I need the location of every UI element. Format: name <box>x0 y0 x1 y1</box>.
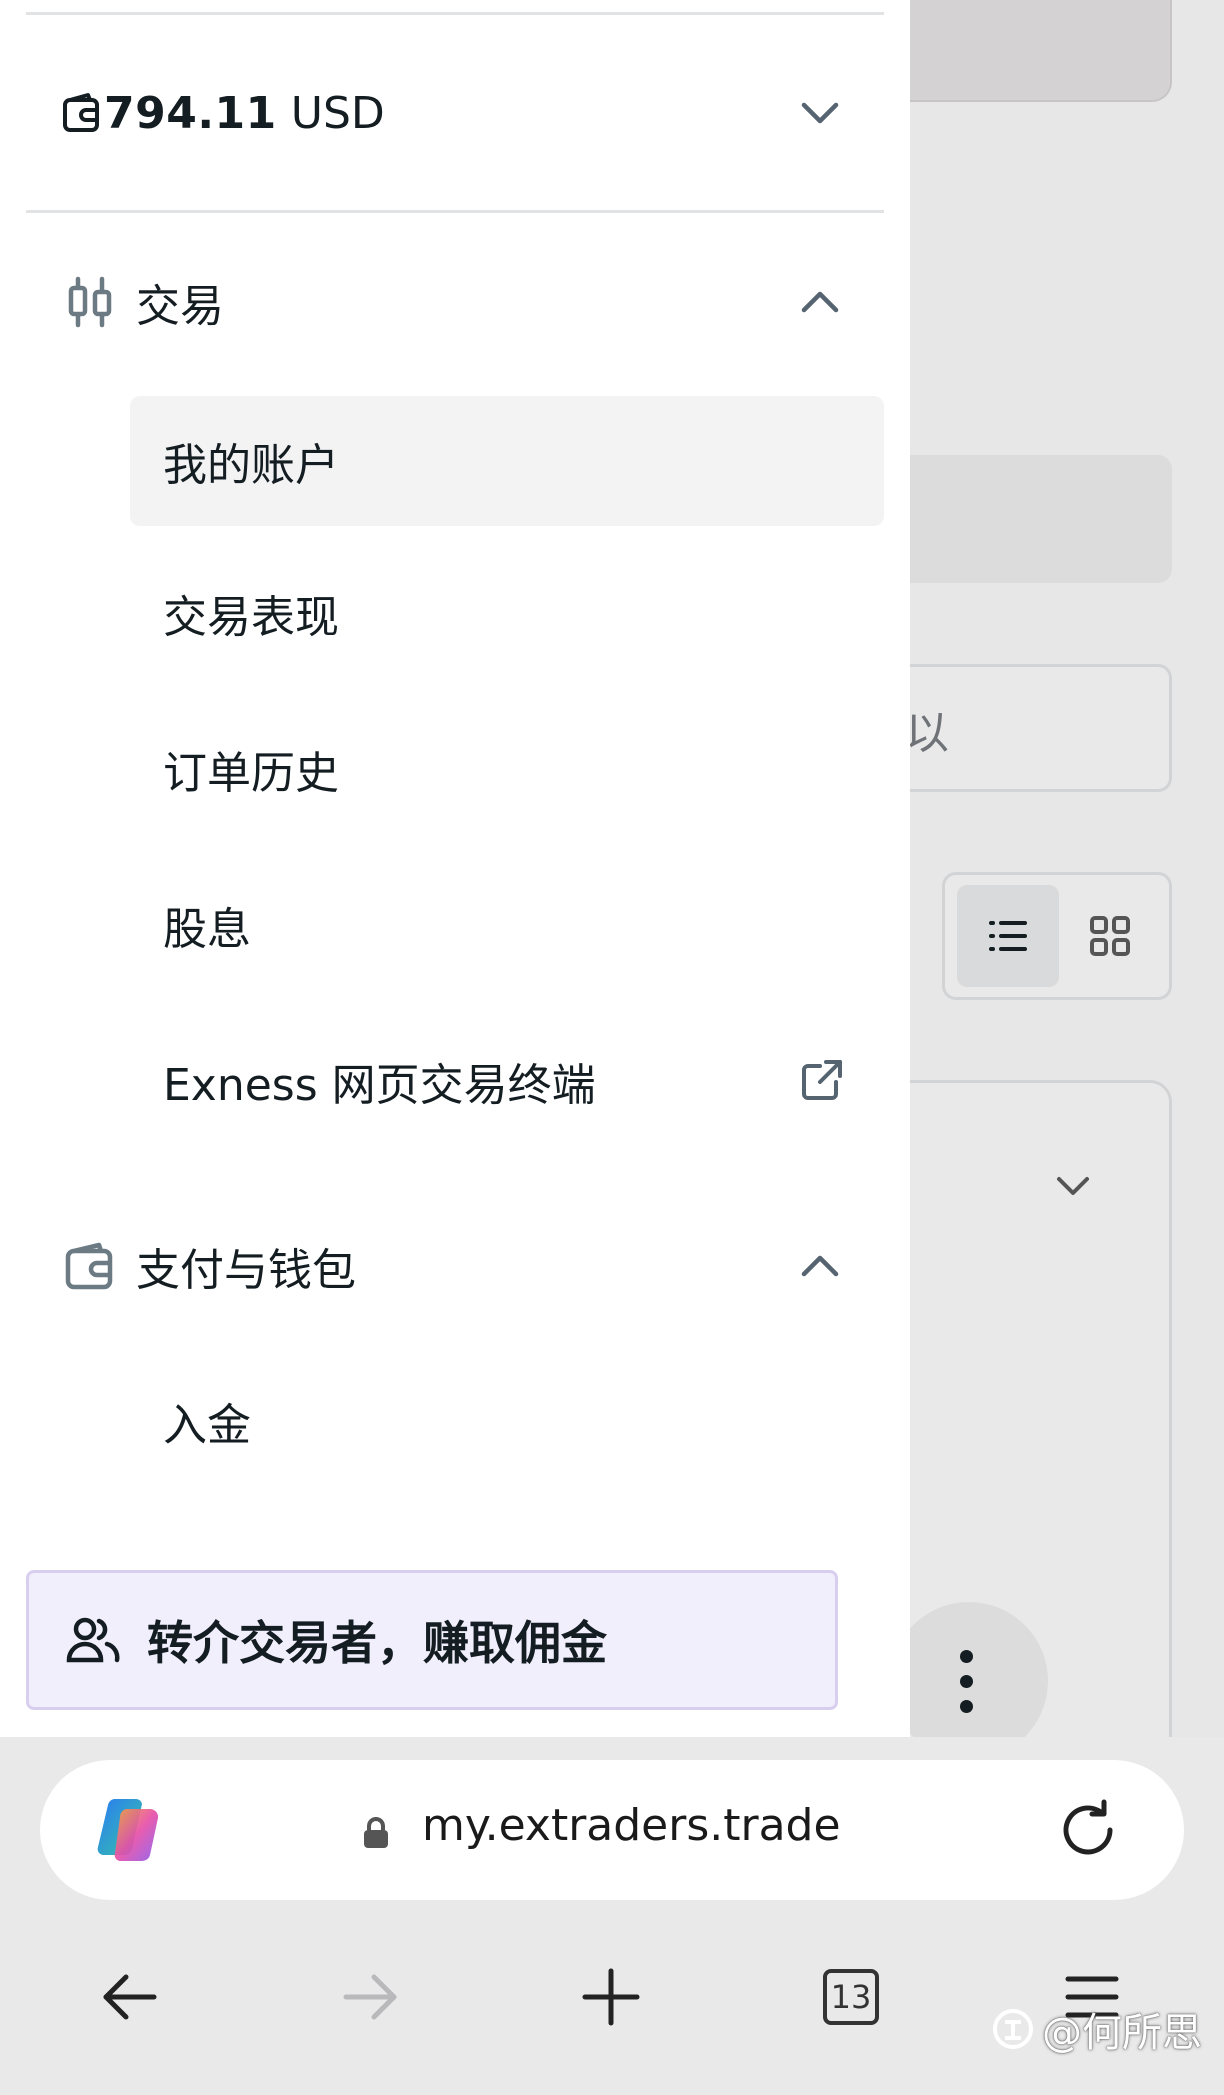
referral-label: 转介交易者，赚取佣金 <box>147 1616 607 1670</box>
tab-switcher-button[interactable]: 13 <box>811 1957 891 2037</box>
section-payments-header[interactable]: 支付与钱包 <box>26 1216 884 1316</box>
balance-currency: USD <box>290 87 385 139</box>
wallet-icon <box>63 93 99 132</box>
divider <box>26 210 884 213</box>
view-toggle <box>942 872 1172 1000</box>
background-tab-pill <box>880 455 1172 583</box>
menu-item-label: 股息 <box>163 904 251 955</box>
users-icon <box>65 1612 121 1668</box>
background-search-input: 以 <box>880 664 1172 792</box>
section-payments-label: 支付与钱包 <box>136 1245 356 1296</box>
watermark-text: @何所思 <box>1042 2010 1202 2056</box>
address-bar[interactable]: my.extraders.trade <box>40 1760 1184 1900</box>
lock-icon <box>364 1817 388 1848</box>
list-view-icon <box>957 885 1059 987</box>
background-banner-card <box>880 0 1172 102</box>
menu-item-label: 我的账户 <box>163 440 339 491</box>
wallet-icon <box>64 1240 116 1292</box>
url-text: my.extraders.trade <box>422 1800 841 1851</box>
chevron-up-icon[interactable] <box>790 1236 850 1296</box>
copilot-icon[interactable] <box>92 1793 166 1867</box>
menu-item-web-terminal[interactable]: Exness 网页交易终端 <box>130 1016 884 1146</box>
back-arrow-icon[interactable] <box>90 1957 170 2037</box>
balance-amount: 794.11 <box>104 87 277 139</box>
section-trading-label: 交易 <box>136 281 224 332</box>
external-link-icon <box>802 1060 842 1100</box>
menu-item-label: Exness 网页交易终端 <box>163 1060 596 1111</box>
chevron-down-icon <box>1057 1177 1089 1195</box>
reload-icon[interactable] <box>1056 1798 1120 1862</box>
zhihu-logo-icon <box>993 2009 1033 2049</box>
menu-item-trading-performance[interactable]: 交易表现 <box>130 548 884 678</box>
new-tab-plus-icon[interactable] <box>571 1957 651 2037</box>
referral-banner[interactable]: 转介交易者，赚取佣金 <box>26 1570 838 1710</box>
chevron-up-icon[interactable] <box>790 272 850 332</box>
menu-item-order-history[interactable]: 订单历史 <box>130 704 884 834</box>
more-vertical-icon <box>960 1650 974 1713</box>
section-trading-header[interactable]: 交易 <box>26 252 884 352</box>
background-input-text: 以 <box>905 708 949 759</box>
menu-item-deposit[interactable]: 入金 <box>130 1356 884 1486</box>
menu-item-dividends[interactable]: 股息 <box>130 860 884 990</box>
tab-count: 13 <box>823 1969 879 2025</box>
browser-bottom-bar: my.extraders.trade 13 @何所思 <box>0 1737 1224 2095</box>
candlestick-chart-icon <box>64 276 116 328</box>
navigation-drawer: 794.11 USD 交易 我的账户 交易表现 订单历史 股息 Exness 网… <box>0 0 910 1737</box>
menu-item-label: 订单历史 <box>163 748 339 799</box>
watermark: @何所思 <box>990 2000 1202 2058</box>
forward-arrow-icon[interactable] <box>330 1957 410 2037</box>
browser-nav-row: 13 @何所思 <box>0 1937 1224 2057</box>
chevron-down-icon[interactable] <box>790 83 850 143</box>
menu-item-label: 入金 <box>163 1400 251 1451</box>
grid-view-icon <box>1059 885 1161 987</box>
balance-row[interactable]: 794.11 USD <box>26 15 884 211</box>
menu-item-my-account[interactable]: 我的账户 <box>130 396 884 526</box>
menu-item-label: 交易表现 <box>163 592 339 643</box>
